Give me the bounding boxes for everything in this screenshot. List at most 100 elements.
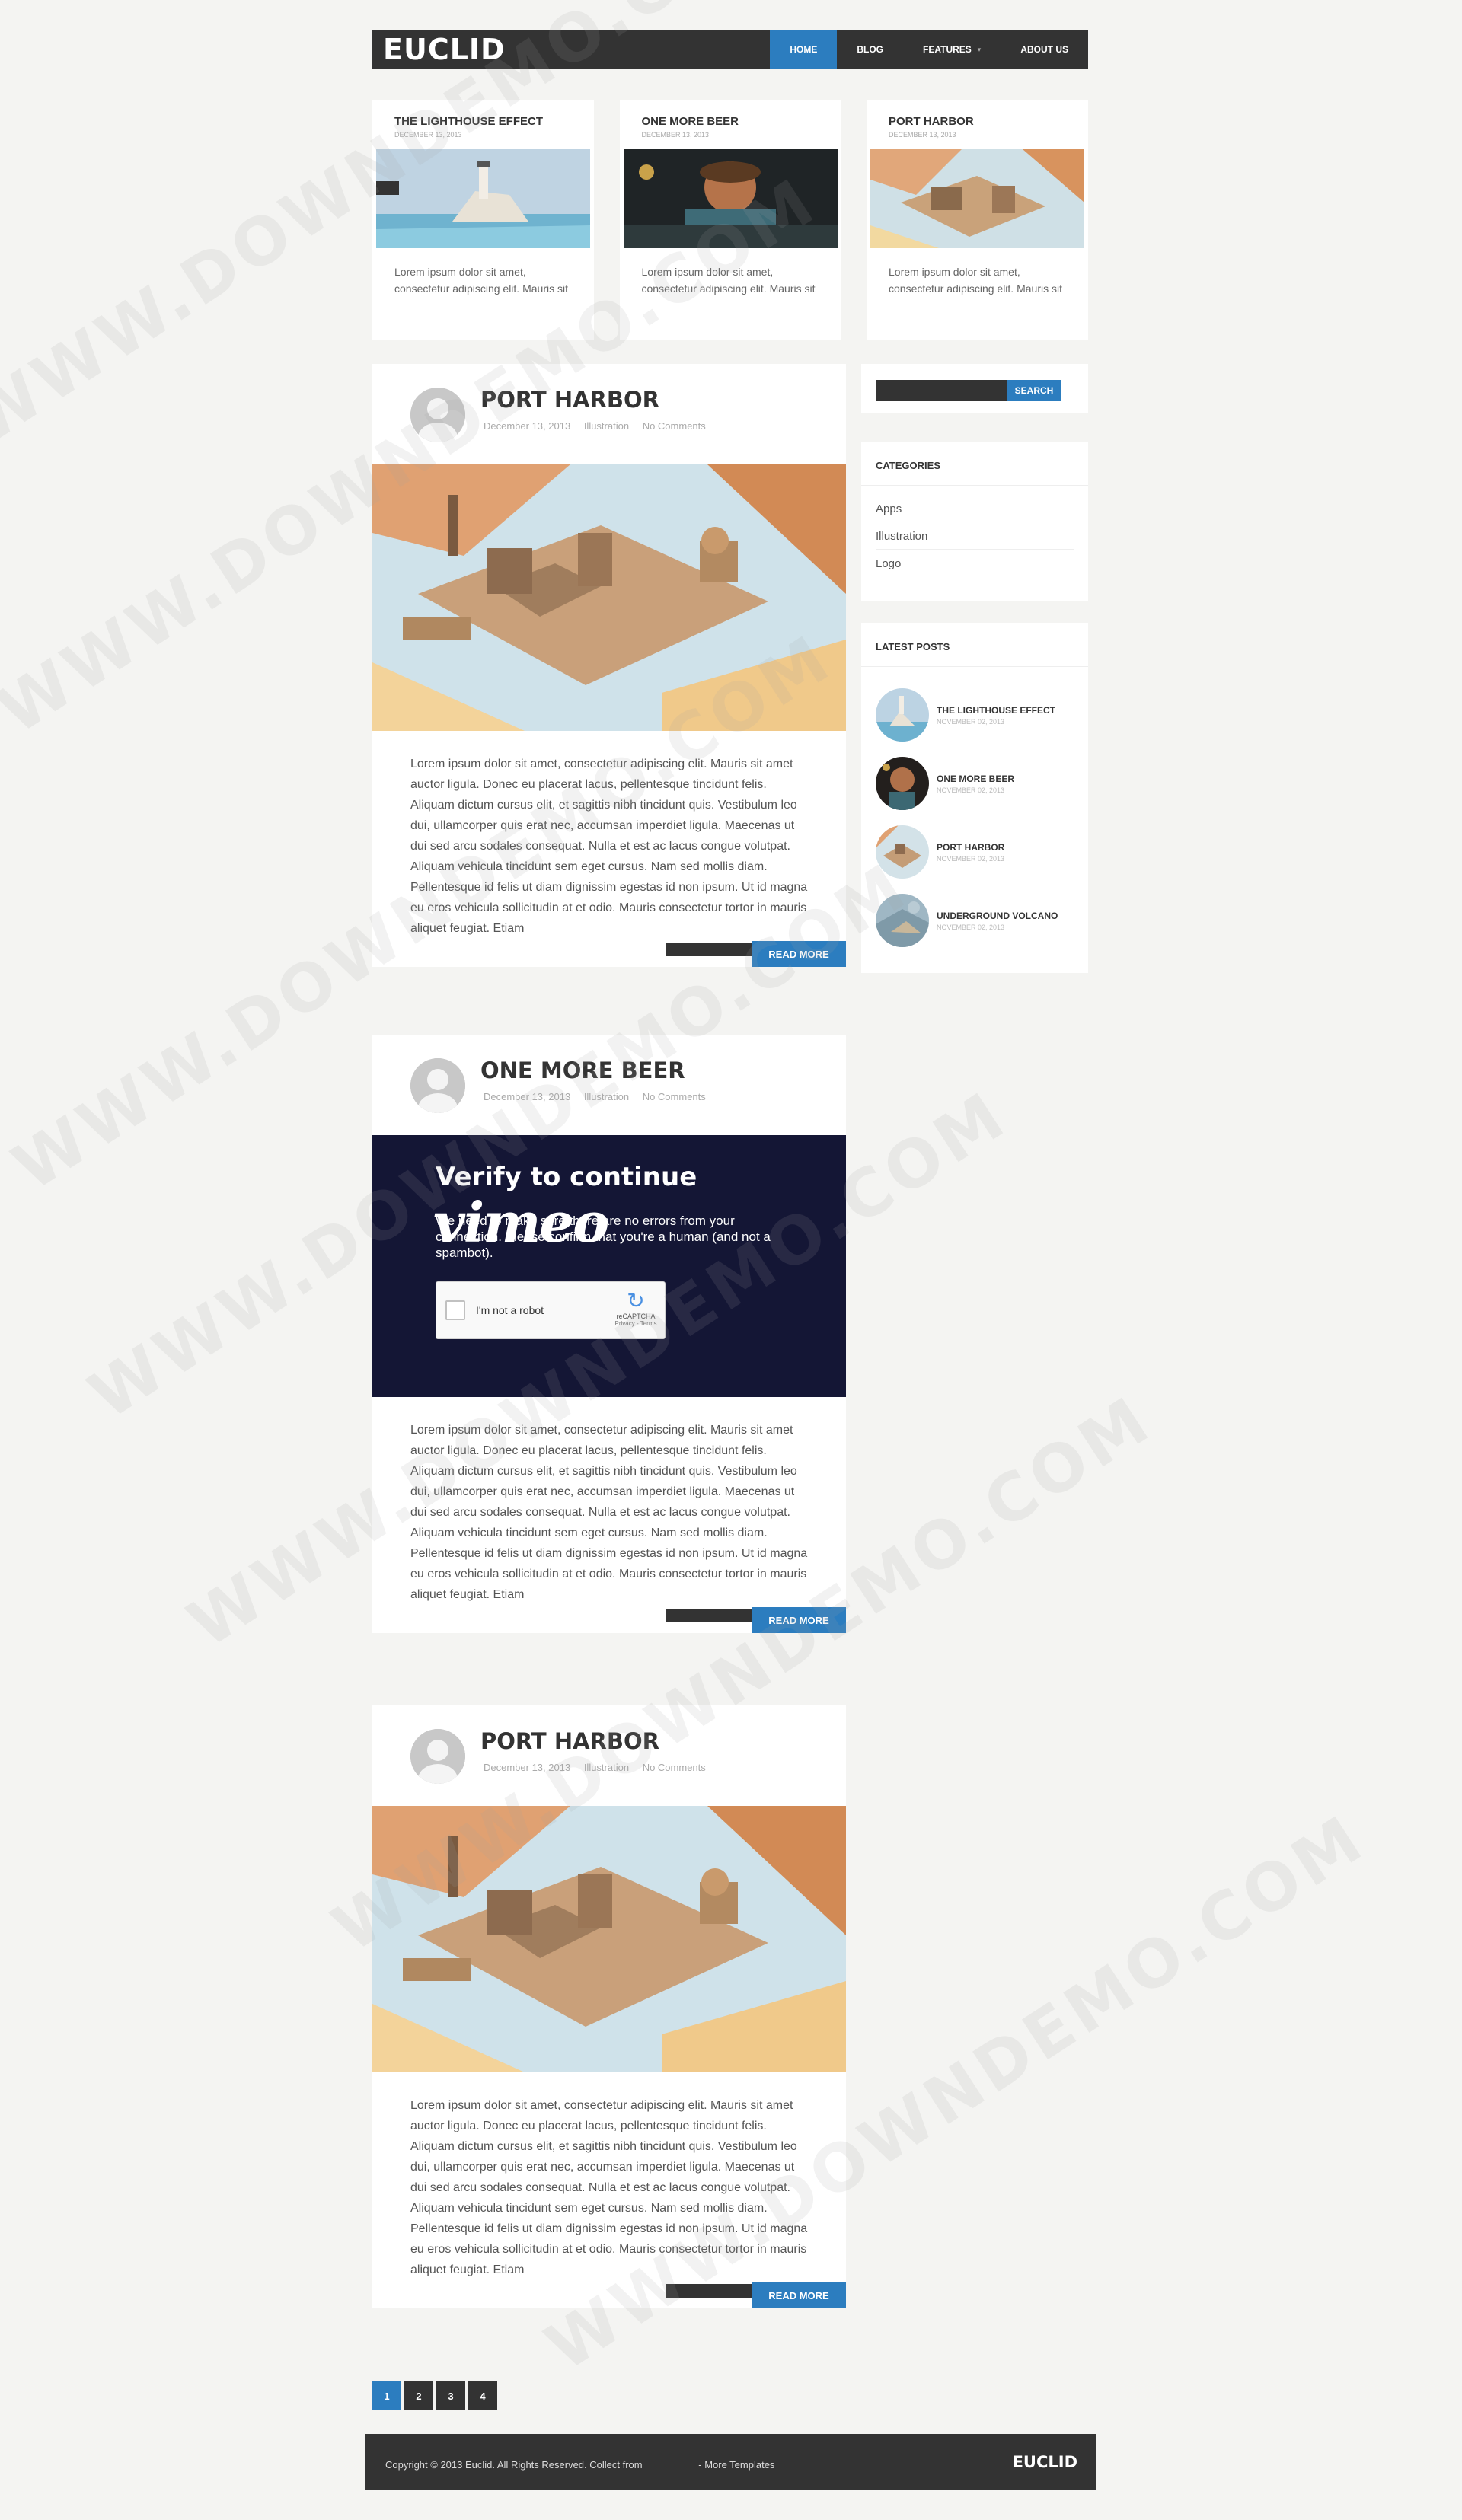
page-4-button[interactable]: 4 [468, 2381, 497, 2410]
latest-post-thumb-volcano [876, 894, 929, 947]
categories-widget: CATEGORIES Apps Illustration Logo [861, 442, 1088, 601]
latest-posts-list: THE LIGHTHOUSE EFFECT NOVEMBER 02, 2013 … [861, 667, 1088, 955]
footer-logo[interactable]: EUCLID [1013, 2453, 1077, 2471]
post-title[interactable]: PORT HARBOR [480, 1728, 659, 1754]
recaptcha-links[interactable]: Privacy - Terms [614, 1320, 657, 1327]
latest-post-item[interactable]: ONE MORE BEER NOVEMBER 02, 2013 [861, 749, 1088, 818]
vimeo-logo: vimeo [433, 1190, 609, 1255]
captcha-label: I'm not a robot [476, 1304, 544, 1316]
recaptcha-icon: ↻ [627, 1289, 645, 1313]
page-2-button[interactable]: 2 [404, 2381, 433, 2410]
post-footer: READ MORE [372, 1603, 846, 1633]
latest-post-info: THE LIGHTHOUSE EFFECT NOVEMBER 02, 2013 [937, 704, 1055, 726]
latest-post-title[interactable]: PORT HARBOR [937, 841, 1004, 853]
featured-title[interactable]: ONE MORE BEER [624, 100, 838, 128]
recaptcha-brand: reCAPTCHA [616, 1313, 656, 1320]
read-more-bar [666, 943, 753, 956]
latest-posts-title: LATEST POSTS [861, 623, 1088, 667]
latest-post-item[interactable]: PORT HARBOR NOVEMBER 02, 2013 [861, 818, 1088, 886]
featured-title[interactable]: PORT HARBOR [870, 100, 1084, 128]
latest-post-title[interactable]: UNDERGROUND VOLCANO [937, 910, 1058, 922]
author-avatar [410, 1058, 465, 1113]
post-comments[interactable]: No Comments [643, 1762, 706, 1773]
nav-about-us[interactable]: ABOUT US [1001, 30, 1088, 69]
post-header: PORT HARBOR December 13, 2013 Illustrati… [372, 364, 846, 464]
featured-card[interactable]: ONE MORE BEER DECEMBER 13, 2013 Lorem ip… [619, 100, 841, 340]
post-date: December 13, 2013 [484, 1762, 571, 1773]
featured-title[interactable]: THE LIGHTHOUSE EFFECT [376, 100, 590, 128]
post-image-harbor[interactable] [372, 1806, 846, 2072]
nav-home[interactable]: HOME [770, 30, 838, 69]
post-category[interactable]: Illustration [584, 1091, 629, 1102]
featured-date: DECEMBER 13, 2013 [641, 131, 710, 139]
read-more-button[interactable]: READ MORE [752, 2282, 846, 2308]
post-category[interactable]: Illustration [584, 1762, 629, 1773]
post-footer: READ MORE [372, 2278, 846, 2308]
site-header: EUCLID HOME BLOG FEATURES ▾ ABOUT US [372, 30, 1088, 69]
blog-post: PORT HARBOR December 13, 2013 Illustrati… [372, 1705, 846, 2308]
post-title[interactable]: PORT HARBOR [480, 387, 659, 413]
post-meta: December 13, 2013 Illustration No Commen… [484, 1091, 717, 1102]
featured-image-harbor[interactable] [870, 149, 1084, 248]
recaptcha-logo: ↻ reCAPTCHA Privacy - Terms [614, 1289, 657, 1328]
latest-post-title[interactable]: ONE MORE BEER [937, 773, 1014, 785]
latest-post-item[interactable]: THE LIGHTHOUSE EFFECT NOVEMBER 02, 2013 [861, 681, 1088, 749]
featured-card[interactable]: PORT HARBOR DECEMBER 13, 2013 Lorem ipsu… [867, 100, 1088, 340]
vimeo-embed[interactable]: Verify to continue We need to make sure … [372, 1135, 846, 1397]
search-input[interactable] [876, 380, 1007, 401]
post-title[interactable]: ONE MORE BEER [480, 1057, 685, 1083]
page-3-button[interactable]: 3 [436, 2381, 465, 2410]
featured-card[interactable]: THE LIGHTHOUSE EFFECT DECEMBER 13, 2013 … [372, 100, 594, 340]
post-date: December 13, 2013 [484, 1091, 571, 1102]
post-comments[interactable]: No Comments [643, 1091, 706, 1102]
featured-date: DECEMBER 13, 2013 [889, 131, 956, 139]
featured-image-beer[interactable] [623, 149, 838, 248]
latest-post-date: NOVEMBER 02, 2013 [937, 718, 1005, 726]
featured-date: DECEMBER 13, 2013 [394, 131, 462, 139]
post-excerpt: Lorem ipsum dolor sit amet, consectetur … [410, 2099, 808, 2276]
post-header: PORT HARBOR December 13, 2013 Illustrati… [372, 1705, 846, 1806]
read-more-button[interactable]: READ MORE [752, 1607, 846, 1633]
nav-features-label: FEATURES [923, 44, 972, 55]
site-footer: Copyright © 2013 Euclid. All Rights Rese… [365, 2434, 1096, 2490]
post-date: December 13, 2013 [484, 420, 571, 432]
blog-post: PORT HARBOR December 13, 2013 Illustrati… [372, 364, 846, 967]
latest-posts-widget: LATEST POSTS THE LIGHTHOUSE EFFECT NOVEM… [861, 623, 1088, 973]
copyright-text: Copyright © 2013 Euclid. All Rights Rese… [385, 2459, 643, 2471]
page-1-button[interactable]: 1 [372, 2381, 401, 2410]
nav-features[interactable]: FEATURES ▾ [903, 30, 1001, 69]
latest-post-date: NOVEMBER 02, 2013 [937, 786, 1005, 794]
latest-post-info: ONE MORE BEER NOVEMBER 02, 2013 [937, 773, 1014, 794]
category-apps[interactable]: Apps [876, 495, 1074, 522]
search-widget: SEARCH [861, 364, 1088, 413]
more-templates-link[interactable]: - More Templates [698, 2459, 774, 2471]
nav-blog[interactable]: BLOG [837, 30, 903, 69]
featured-image-lighthouse[interactable] [376, 149, 590, 248]
search-button[interactable]: SEARCH [1007, 380, 1061, 401]
captcha-checkbox[interactable] [445, 1300, 465, 1320]
read-more-bar [666, 1609, 753, 1622]
post-footer: READ MORE [372, 936, 846, 967]
latest-post-thumb-beer [876, 757, 929, 810]
main-nav: HOME BLOG FEATURES ▾ ABOUT US [770, 30, 1088, 69]
author-avatar [410, 388, 465, 442]
latest-post-item[interactable]: UNDERGROUND VOLCANO NOVEMBER 02, 2013 [861, 886, 1088, 955]
site-logo[interactable]: EUCLID [372, 33, 770, 66]
latest-post-info: UNDERGROUND VOLCANO NOVEMBER 02, 2013 [937, 910, 1058, 931]
categories-title: CATEGORIES [861, 442, 1088, 486]
latest-post-info: PORT HARBOR NOVEMBER 02, 2013 [937, 841, 1004, 863]
post-category[interactable]: Illustration [584, 420, 629, 432]
read-more-bar [666, 2284, 753, 2298]
category-illustration[interactable]: Illustration [876, 522, 1074, 550]
verify-title: Verify to continue [436, 1162, 697, 1192]
post-meta: December 13, 2013 Illustration No Commen… [484, 1762, 717, 1773]
latest-post-title[interactable]: THE LIGHTHOUSE EFFECT [937, 704, 1055, 716]
post-image-harbor[interactable] [372, 464, 846, 731]
latest-post-date: NOVEMBER 02, 2013 [937, 855, 1005, 863]
copyright: Copyright © 2013 Euclid. All Rights Rese… [385, 2459, 774, 2471]
post-comments[interactable]: No Comments [643, 420, 706, 432]
category-logo[interactable]: Logo [876, 550, 1074, 576]
post-meta: December 13, 2013 Illustration No Commen… [484, 420, 717, 432]
read-more-button[interactable]: READ MORE [752, 941, 846, 967]
blog-post: ONE MORE BEER December 13, 2013 Illustra… [372, 1035, 846, 1633]
